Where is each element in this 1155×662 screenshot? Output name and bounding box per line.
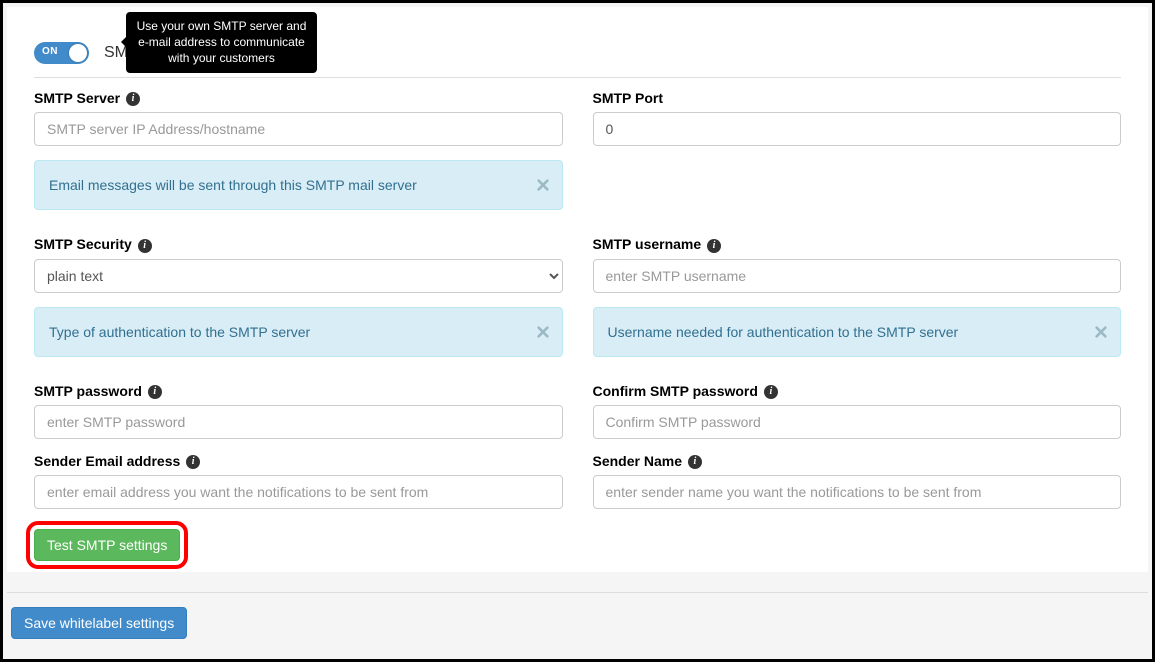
alert-text: Username needed for authentication to th… xyxy=(608,324,959,340)
smtp-port-label: SMTP Port xyxy=(593,90,1122,106)
toggle-on-label: ON xyxy=(42,46,58,57)
smtp-security-select[interactable]: plain text xyxy=(34,259,563,293)
confirm-password-input[interactable] xyxy=(593,405,1122,439)
smtp-server-label: SMTP Server i xyxy=(34,90,563,106)
close-icon[interactable] xyxy=(536,325,550,339)
smtp-username-alert: Username needed for authentication to th… xyxy=(593,307,1122,357)
smtp-tooltip: Use your own SMTP server and e-mail addr… xyxy=(126,12,317,73)
label-text: SMTP Security xyxy=(34,236,132,252)
confirm-password-label: Confirm SMTP password i xyxy=(593,383,1122,399)
smtp-enabled-toggle[interactable]: ON xyxy=(34,42,89,64)
label-text: Sender Email address xyxy=(34,453,180,469)
info-icon[interactable]: i xyxy=(186,455,200,469)
close-icon[interactable] xyxy=(536,178,550,192)
label-text: SMTP password xyxy=(34,383,142,399)
info-icon[interactable]: i xyxy=(126,92,140,106)
info-icon[interactable]: i xyxy=(707,239,721,253)
sender-name-label: Sender Name i xyxy=(593,453,1122,469)
smtp-server-input[interactable] xyxy=(34,112,563,146)
smtp-password-label: SMTP password i xyxy=(34,383,563,399)
info-icon[interactable]: i xyxy=(764,385,778,399)
smtp-security-label: SMTP Security i xyxy=(34,236,563,252)
label-text: Sender Name xyxy=(593,453,682,469)
label-text: SMTP Port xyxy=(593,90,664,106)
smtp-password-input[interactable] xyxy=(34,405,563,439)
label-text: SMTP Server xyxy=(34,90,120,106)
save-whitelabel-button[interactable]: Save whitelabel settings xyxy=(11,607,187,639)
alert-text: Type of authentication to the SMTP serve… xyxy=(49,324,310,340)
label-text: Confirm SMTP password xyxy=(593,383,758,399)
smtp-port-input[interactable] xyxy=(593,112,1122,146)
info-icon[interactable]: i xyxy=(138,239,152,253)
info-icon[interactable]: i xyxy=(688,455,702,469)
close-icon[interactable] xyxy=(1094,325,1108,339)
test-smtp-button[interactable]: Test SMTP settings xyxy=(34,529,180,561)
sender-name-input[interactable] xyxy=(593,475,1122,509)
smtp-username-input[interactable] xyxy=(593,259,1122,293)
smtp-security-alert: Type of authentication to the SMTP serve… xyxy=(34,307,563,357)
toggle-knob xyxy=(69,44,87,62)
smtp-server-alert: Email messages will be sent through this… xyxy=(34,160,563,210)
alert-text: Email messages will be sent through this… xyxy=(49,177,417,193)
sender-email-label: Sender Email address i xyxy=(34,453,563,469)
smtp-username-label: SMTP username i xyxy=(593,236,1122,252)
sender-email-input[interactable] xyxy=(34,475,563,509)
label-text: SMTP username xyxy=(593,236,702,252)
info-icon[interactable]: i xyxy=(148,385,162,399)
